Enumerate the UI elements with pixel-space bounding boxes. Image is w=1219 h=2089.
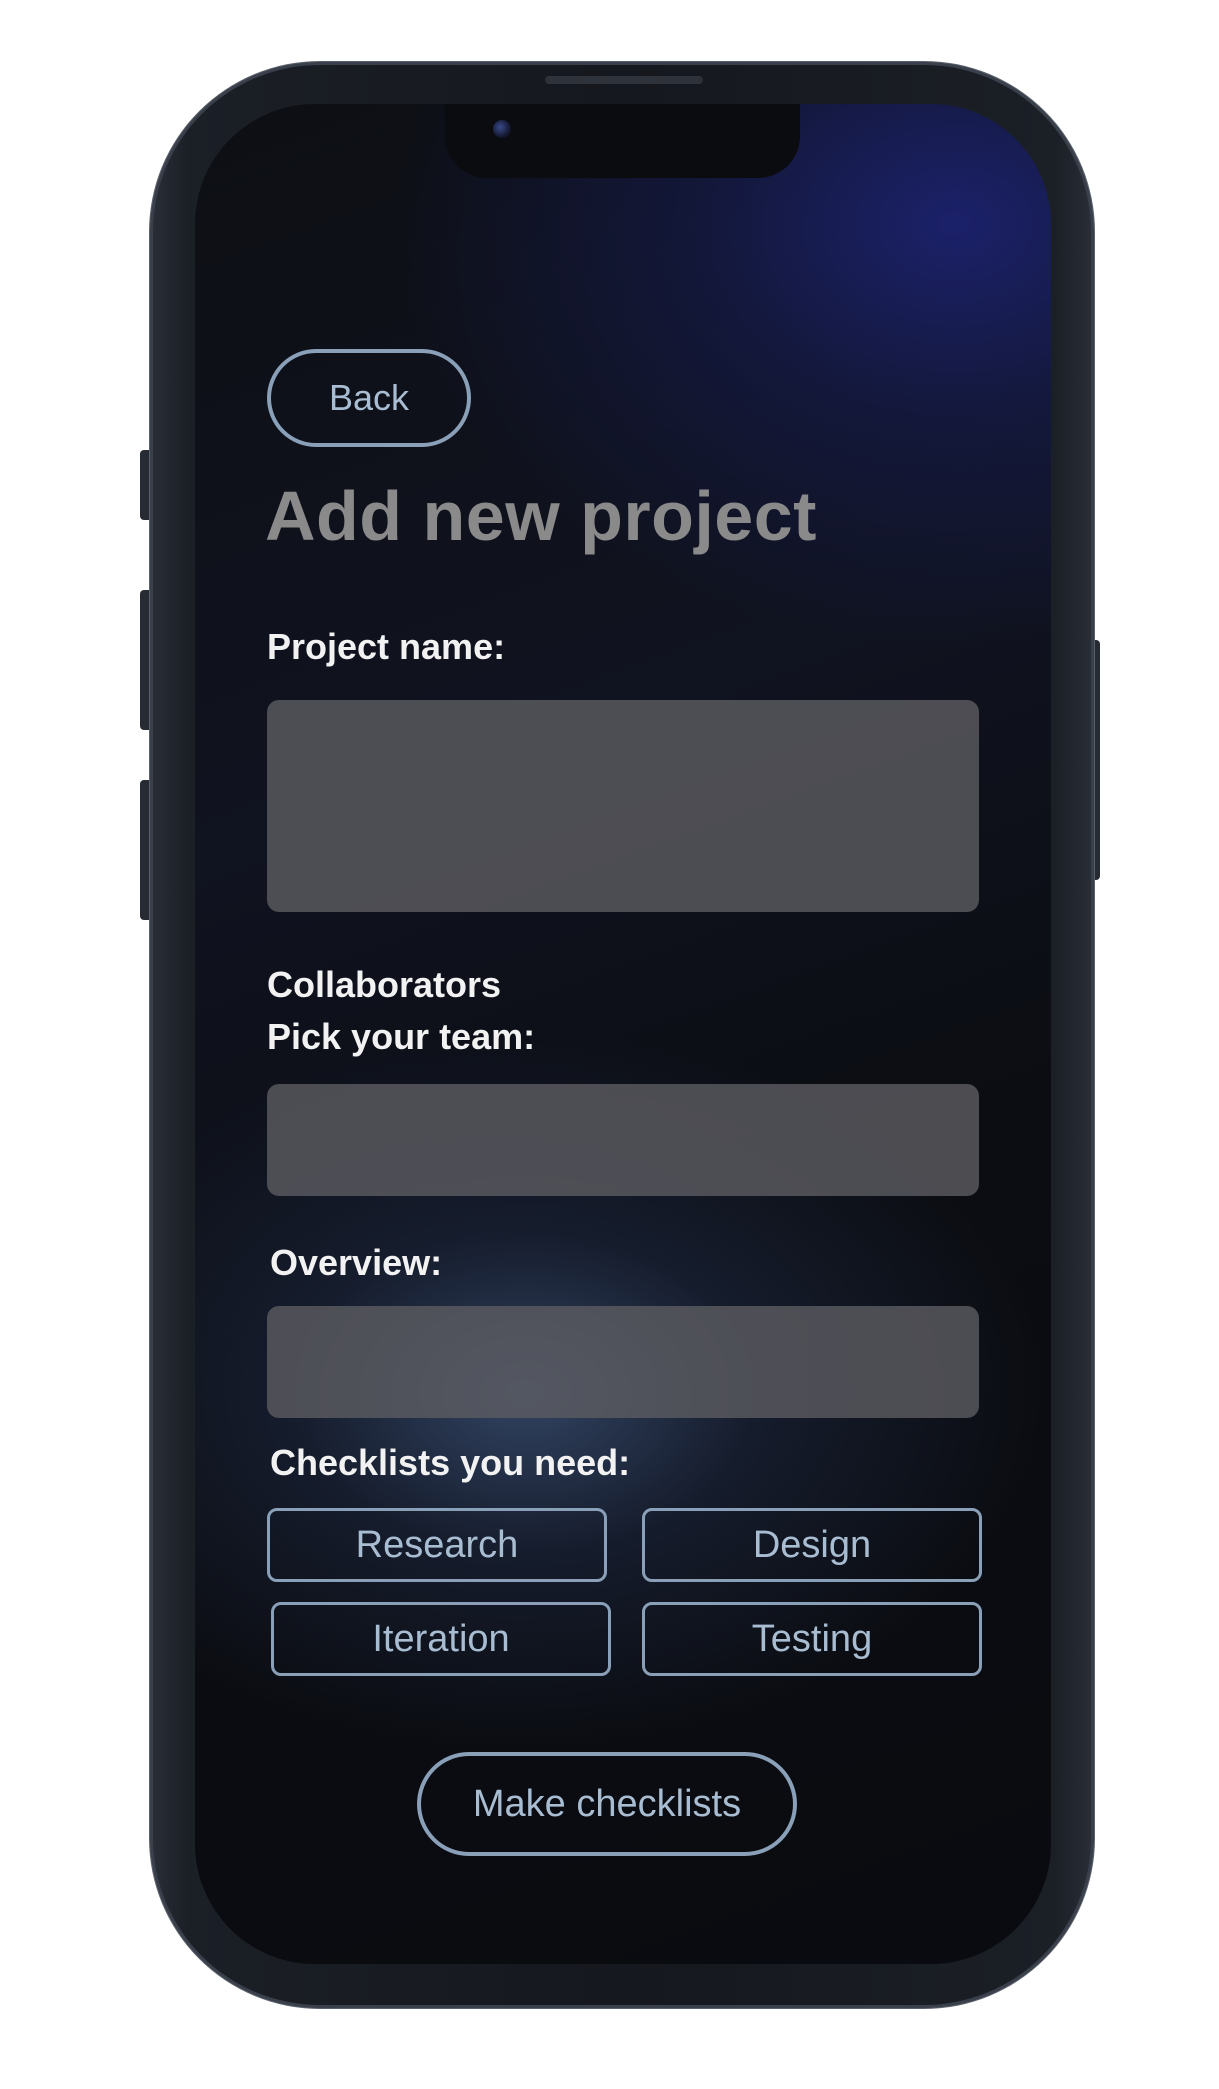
overview-label: Overview: (270, 1242, 443, 1283)
page-title: Add new project (265, 477, 817, 555)
checklist-option-research[interactable]: Research (267, 1508, 607, 1582)
checklists-label: Checklists you need: (270, 1442, 631, 1483)
checklist-option-iteration[interactable]: Iteration (271, 1602, 611, 1676)
page: Back Add new project Project name: Colla… (0, 0, 1219, 2089)
phone-screen: Back Add new project Project name: Colla… (195, 104, 1051, 1964)
notch (445, 104, 800, 178)
pick-team-label: Pick your team: (267, 1016, 536, 1057)
volume-up-button (140, 590, 150, 730)
checklist-option-design[interactable]: Design (642, 1508, 982, 1582)
checklist-option-testing[interactable]: Testing (642, 1602, 982, 1676)
team-input[interactable] (267, 1084, 979, 1196)
project-name-input[interactable] (267, 700, 979, 912)
back-button[interactable]: Back (267, 349, 471, 447)
collaborators-label: Collaborators (267, 964, 502, 1005)
project-name-label: Project name: (267, 626, 506, 667)
make-checklists-button[interactable]: Make checklists (417, 1752, 797, 1856)
front-camera-icon (493, 120, 511, 138)
silent-switch (140, 450, 150, 520)
volume-down-button (140, 780, 150, 920)
top-speaker (545, 76, 703, 84)
overview-input[interactable] (267, 1306, 979, 1418)
